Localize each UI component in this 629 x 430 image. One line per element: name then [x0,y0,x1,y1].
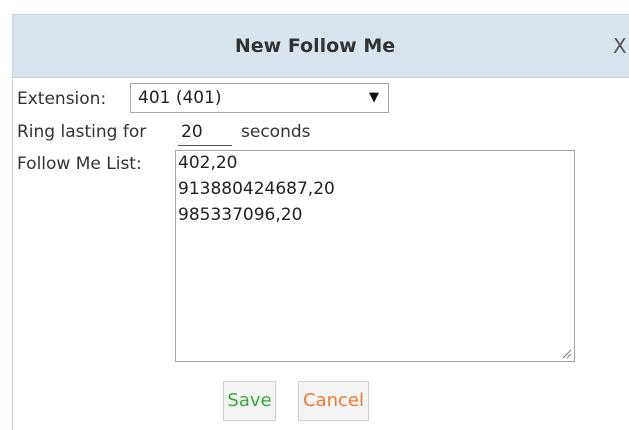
follow-me-dialog: New Follow Me X Extension: 401 (401) ▼ R… [12,14,629,430]
resize-grip-icon[interactable] [562,349,572,359]
list-entry: 913880424687,20 [178,179,335,199]
dropdown-arrow-icon: ▼ [369,90,379,105]
list-entry: 402,20 [178,153,238,173]
follow-me-list-label: Follow Me List: [17,154,142,174]
dialog-title: New Follow Me [234,35,396,57]
save-button[interactable]: Save [223,381,276,421]
list-entry: 985337096,20 [178,205,303,225]
close-button[interactable]: X [613,15,627,77]
ring-duration-label: Ring lasting for [17,122,147,142]
extension-label: Extension: [17,89,107,109]
extension-selected-value: 401 (401) [138,88,222,108]
dialog-title-bar: New Follow Me X [13,15,629,78]
ring-duration-unit: seconds [241,122,311,142]
extension-select[interactable]: 401 (401) ▼ [130,83,389,113]
follow-me-list-textarea[interactable]: 402,20 913880424687,20 985337096,20 [175,150,575,362]
cancel-button[interactable]: Cancel [298,381,369,421]
ring-duration-input[interactable] [178,118,232,146]
